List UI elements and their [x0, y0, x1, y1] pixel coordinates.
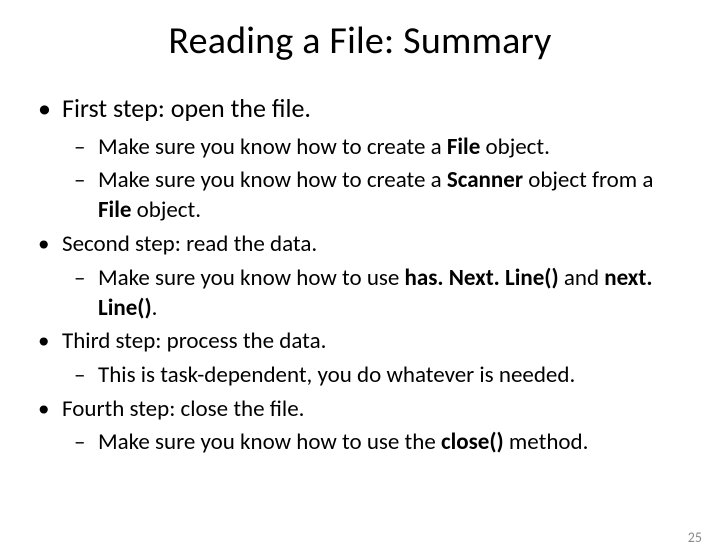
- text: object.: [480, 133, 550, 161]
- bullet-step-2: Second step: read the data.: [34, 230, 686, 259]
- text: method.: [504, 428, 589, 456]
- bullet-step-1-sub-2: Make sure you know how to create a Scann…: [34, 166, 686, 226]
- text: object.: [131, 196, 201, 224]
- bold-close: close(): [441, 428, 504, 456]
- page-number: 25: [688, 529, 702, 546]
- slide-body: First step: open the file. Make sure you…: [0, 92, 720, 458]
- bullet-step-4: Fourth step: close the file.: [34, 395, 686, 424]
- slide: Reading a File: Summary First step: open…: [0, 18, 720, 558]
- bullet-step-3-sub-1: This is task-dependent, you do whatever …: [34, 361, 686, 391]
- text: and: [559, 264, 605, 292]
- slide-title: Reading a File: Summary: [0, 18, 720, 64]
- bullet-step-3: Third step: process the data.: [34, 327, 686, 356]
- bold-file: File: [447, 133, 480, 161]
- bullet-step-1: First step: open the file.: [34, 92, 686, 125]
- bullet-step-4-sub-1: Make sure you know how to use the close(…: [34, 428, 686, 458]
- bold-file: File: [98, 196, 131, 224]
- text: .: [152, 294, 158, 322]
- text: Make sure you know how to use: [98, 264, 405, 292]
- bullet-step-2-sub-1: Make sure you know how to use has. Next.…: [34, 264, 686, 324]
- text: Make sure you know how to create a: [98, 133, 447, 161]
- bold-hasnextline: has. Next. Line(): [405, 264, 559, 292]
- bullet-step-1-sub-1: Make sure you know how to create a File …: [34, 133, 686, 163]
- text: Make sure you know how to use the: [98, 428, 441, 456]
- text: Make sure you know how to create a: [98, 166, 447, 194]
- bold-scanner: Scanner: [447, 166, 523, 194]
- text: object from a: [523, 166, 653, 194]
